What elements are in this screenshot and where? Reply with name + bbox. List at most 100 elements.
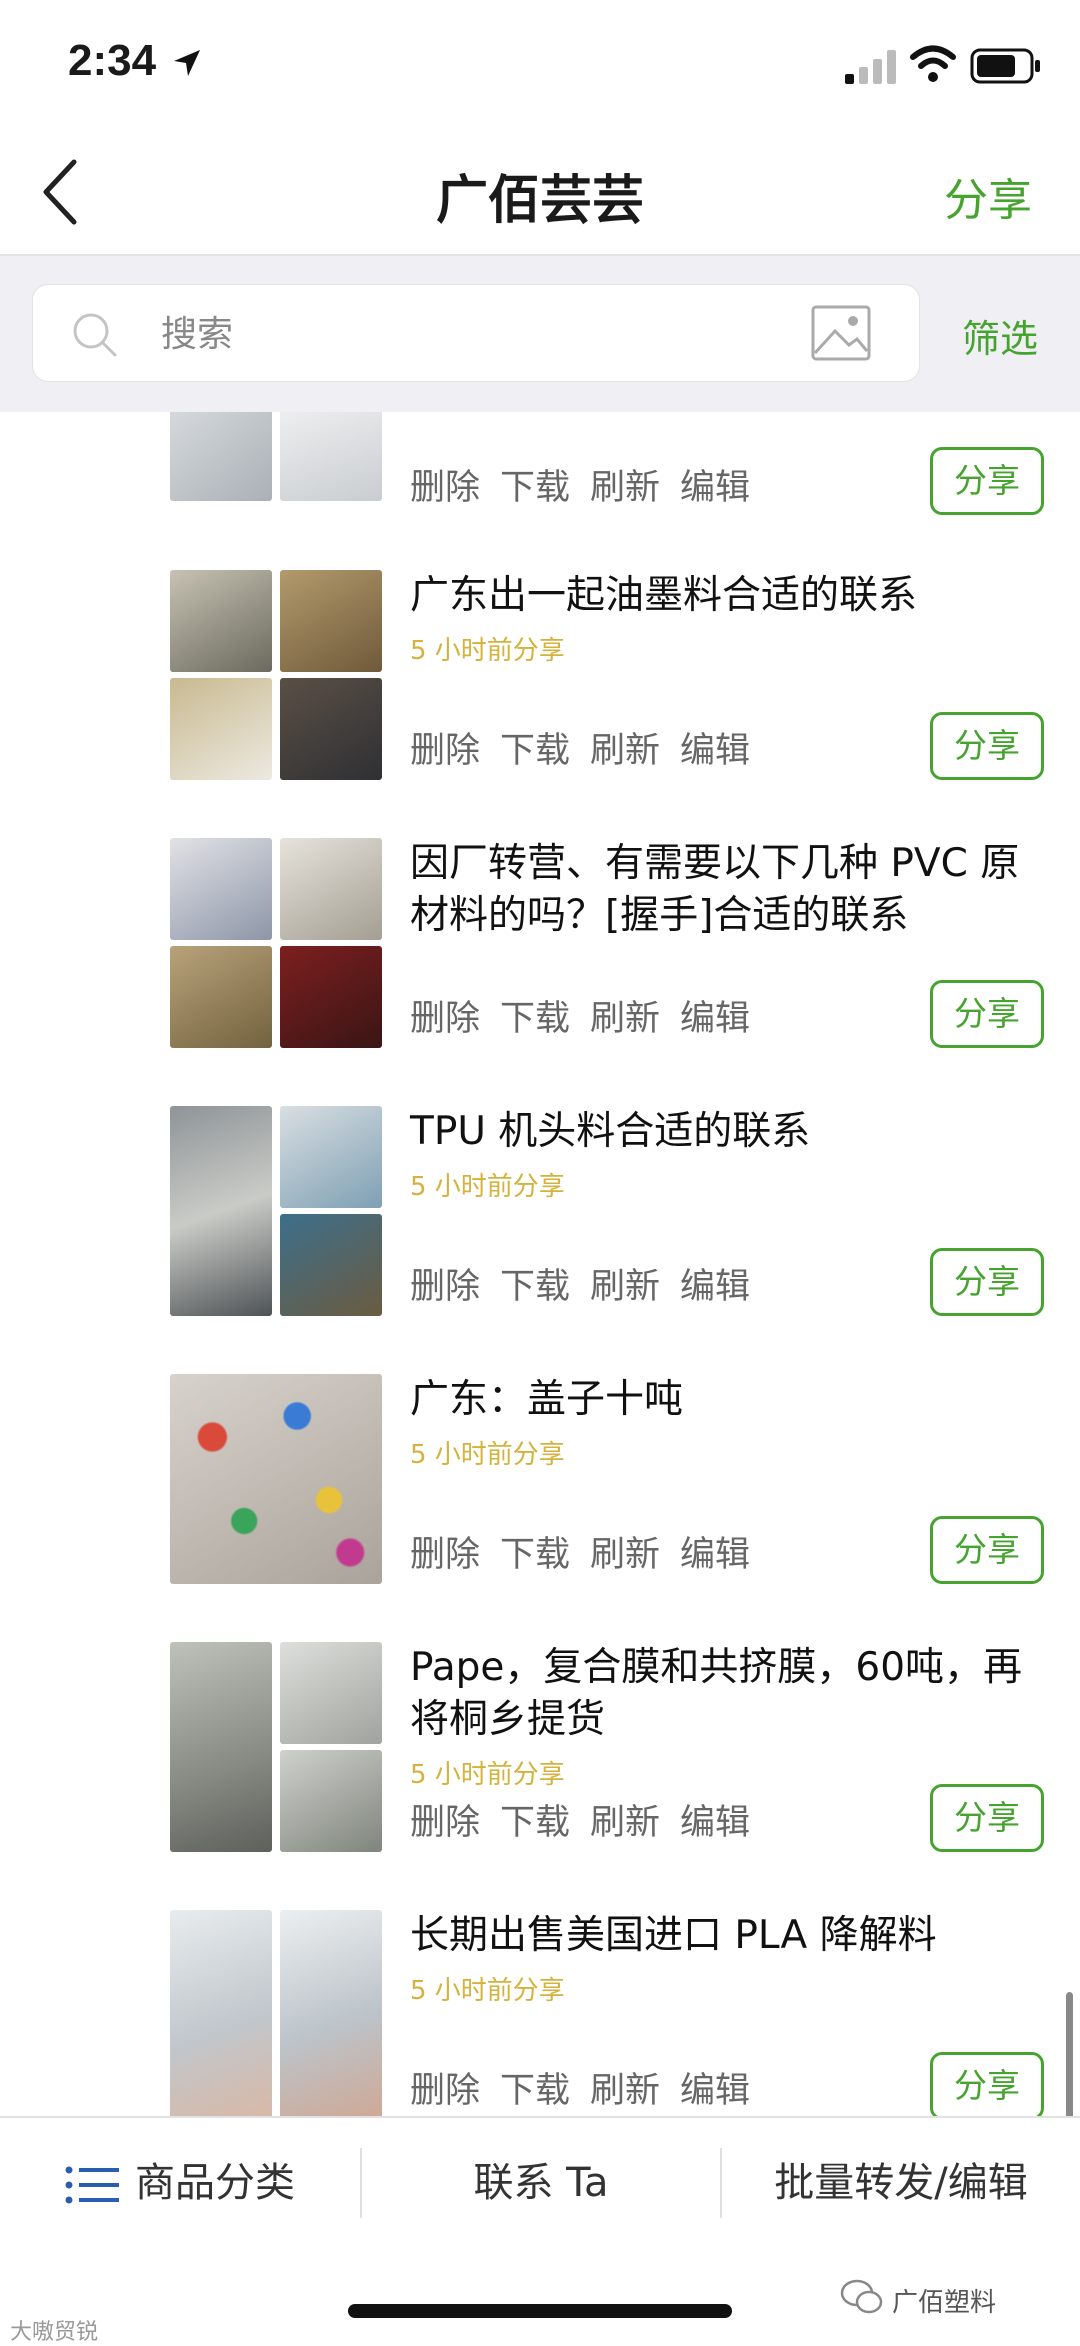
product-image[interactable] <box>280 1214 382 1316</box>
product-image[interactable] <box>170 946 272 1048</box>
edit-link[interactable]: 编辑 <box>680 1803 750 1843</box>
tab-contact[interactable]: 联系 Ta <box>362 2118 720 2248</box>
home-indicator[interactable] <box>348 2304 732 2318</box>
product-image[interactable] <box>170 678 272 780</box>
item-share-button[interactable]: 分享 <box>930 447 1044 515</box>
download-link[interactable]: 下载 <box>500 468 570 508</box>
thumbnail-group[interactable] <box>170 1910 382 2116</box>
download-link[interactable]: 下载 <box>500 1803 570 1843</box>
download-link[interactable]: 下载 <box>500 731 570 771</box>
refresh-link[interactable]: 刷新 <box>590 1535 660 1575</box>
list-item[interactable]: 因厂转营、有需要以下几种 PVC 原材料的吗？[握手]合适的联系 删除 下载 刷新编… <box>0 838 1080 1106</box>
product-image[interactable] <box>170 838 272 940</box>
thumbnail-group[interactable] <box>170 1106 382 1316</box>
refresh-link[interactable]: 刷新 <box>590 999 660 1039</box>
edit-link[interactable]: 编辑 <box>680 468 750 508</box>
item-share-button[interactable]: 分享 <box>930 712 1044 780</box>
battery-icon <box>970 48 1040 84</box>
delete-link[interactable]: 删除 <box>410 2071 480 2111</box>
item-share-button[interactable]: 分享 <box>930 980 1044 1048</box>
action-links: 删除 下载 刷新 编辑 <box>410 1258 770 1309</box>
product-list: 删除 下载 刷新 编辑 分享 广东出一起油墨料合适的联系 5 小时前分享 删除 下载 刷新… <box>0 412 1080 2116</box>
list-item[interactable]: 长期出售美国进口 PLA 降解料 5 小时前分享 删除 下载 刷新 编辑 分享 <box>0 1910 1080 2116</box>
delete-link[interactable]: 删除 <box>410 468 480 508</box>
action-links: 删除 下载 刷新 编辑 <box>410 2062 770 2113</box>
action-links: 删除 下载 刷新 编辑 <box>410 1526 770 1577</box>
thumbnail-group[interactable] <box>170 1642 382 1852</box>
product-image[interactable] <box>280 1642 382 1744</box>
edit-link[interactable]: 编辑 <box>680 1267 750 1307</box>
product-image[interactable] <box>280 1106 382 1208</box>
item-title: 长期出售美国进口 PLA 降解料 <box>410 1913 937 1958</box>
wifi-icon <box>910 45 956 82</box>
download-link[interactable]: 下载 <box>500 999 570 1039</box>
product-image[interactable] <box>280 946 382 1048</box>
thumbnail-group[interactable] <box>170 570 382 780</box>
product-image[interactable] <box>280 412 382 501</box>
list-item[interactable]: TPU 机头料合适的联系 5 小时前分享 删除 下载 刷新 编辑 分享 <box>0 1106 1080 1374</box>
search-input[interactable] <box>159 285 803 383</box>
edit-link[interactable]: 编辑 <box>680 999 750 1039</box>
download-link[interactable]: 下载 <box>500 1535 570 1575</box>
filter-button[interactable]: 筛选 <box>962 308 1038 363</box>
item-title: Pape，复合膜和共挤膜，60吨，再将桐乡提货 <box>410 1645 1023 1742</box>
download-link[interactable]: 下载 <box>500 2071 570 2111</box>
product-image[interactable] <box>170 412 272 501</box>
search-area: 筛选 <box>0 256 1080 412</box>
delete-link[interactable]: 删除 <box>410 731 480 771</box>
search-box[interactable] <box>32 284 920 383</box>
product-image[interactable] <box>170 1642 272 1852</box>
refresh-link[interactable]: 刷新 <box>590 1267 660 1307</box>
bottom-bar: 商品分类 联系 Ta 批量转发/编辑 大嗷贸锐 广佰塑料 <box>0 2116 1080 2345</box>
delete-link[interactable]: 删除 <box>410 1267 480 1307</box>
page-title: 广佰芸芸 <box>435 171 644 231</box>
list-item[interactable]: 广东出一起油墨料合适的联系 5 小时前分享 删除 下载 刷新 编辑 分享 <box>0 570 1080 838</box>
tab-batch-forward[interactable]: 批量转发/编辑 <box>722 2118 1080 2248</box>
thumbnail-group[interactable] <box>170 412 382 507</box>
product-image[interactable] <box>170 570 272 672</box>
list-icon <box>65 2166 119 2204</box>
refresh-link[interactable]: 刷新 <box>590 731 660 771</box>
watermark-left: 大嗷贸锐 <box>10 2320 99 2345</box>
refresh-link[interactable]: 刷新 <box>590 468 660 508</box>
download-link[interactable]: 下载 <box>500 1267 570 1307</box>
item-title: 广东：盖子十吨 <box>410 1377 684 1422</box>
list-item[interactable]: 广东：盖子十吨 5 小时前分享 删除 下载 刷新 编辑 分享 <box>0 1374 1080 1642</box>
edit-link[interactable]: 编辑 <box>680 2071 750 2111</box>
edit-link[interactable]: 编辑 <box>680 731 750 771</box>
item-share-button[interactable]: 分享 <box>930 1784 1044 1852</box>
product-image[interactable] <box>280 838 382 940</box>
item-time: 5 小时前分享 <box>410 1440 565 1470</box>
share-button[interactable]: 分享 <box>944 164 1032 228</box>
delete-link[interactable]: 删除 <box>410 1803 480 1843</box>
refresh-link[interactable]: 刷新 <box>590 2071 660 2111</box>
thumbnail-group[interactable] <box>170 838 382 1048</box>
tab-categories[interactable]: 商品分类 <box>0 2118 360 2248</box>
refresh-link[interactable]: 刷新 <box>590 1803 660 1843</box>
item-time: 5 小时前分享 <box>410 636 565 666</box>
item-time: 5 小时前分享 <box>410 1760 565 1790</box>
item-time: 5 小时前分享 <box>410 1172 565 1202</box>
item-share-button[interactable]: 分享 <box>930 1248 1044 1316</box>
product-image[interactable] <box>170 1106 272 1316</box>
product-image[interactable] <box>280 1750 382 1852</box>
product-image[interactable] <box>280 1910 382 2116</box>
nav-bar: 广佰芸芸 分享 <box>0 130 1080 256</box>
action-links: 删除 下载 刷新 编辑 <box>410 1794 770 1845</box>
item-share-button[interactable]: 分享 <box>930 1516 1044 1584</box>
product-image[interactable] <box>280 678 382 780</box>
edit-link[interactable]: 编辑 <box>680 1535 750 1575</box>
search-icon <box>73 313 117 357</box>
thumbnail-group[interactable] <box>170 1374 382 1584</box>
item-share-button[interactable]: 分享 <box>930 2052 1044 2116</box>
scrollbar[interactable] <box>1066 1992 1073 2116</box>
product-image[interactable] <box>280 570 382 672</box>
delete-link[interactable]: 删除 <box>410 1535 480 1575</box>
product-image[interactable] <box>170 1910 272 2116</box>
product-image[interactable] <box>170 1374 382 1584</box>
list-item[interactable]: Pape，复合膜和共挤膜，60吨，再将桐乡提货 5 小时前分享 删除 下载 刷新 编辑… <box>0 1642 1080 1910</box>
item-time: 5 小时前分享 <box>410 1976 565 2006</box>
image-search-icon[interactable] <box>809 301 873 365</box>
action-links: 删除 下载 刷新 编辑 <box>410 459 770 510</box>
delete-link[interactable]: 删除 <box>410 999 480 1039</box>
